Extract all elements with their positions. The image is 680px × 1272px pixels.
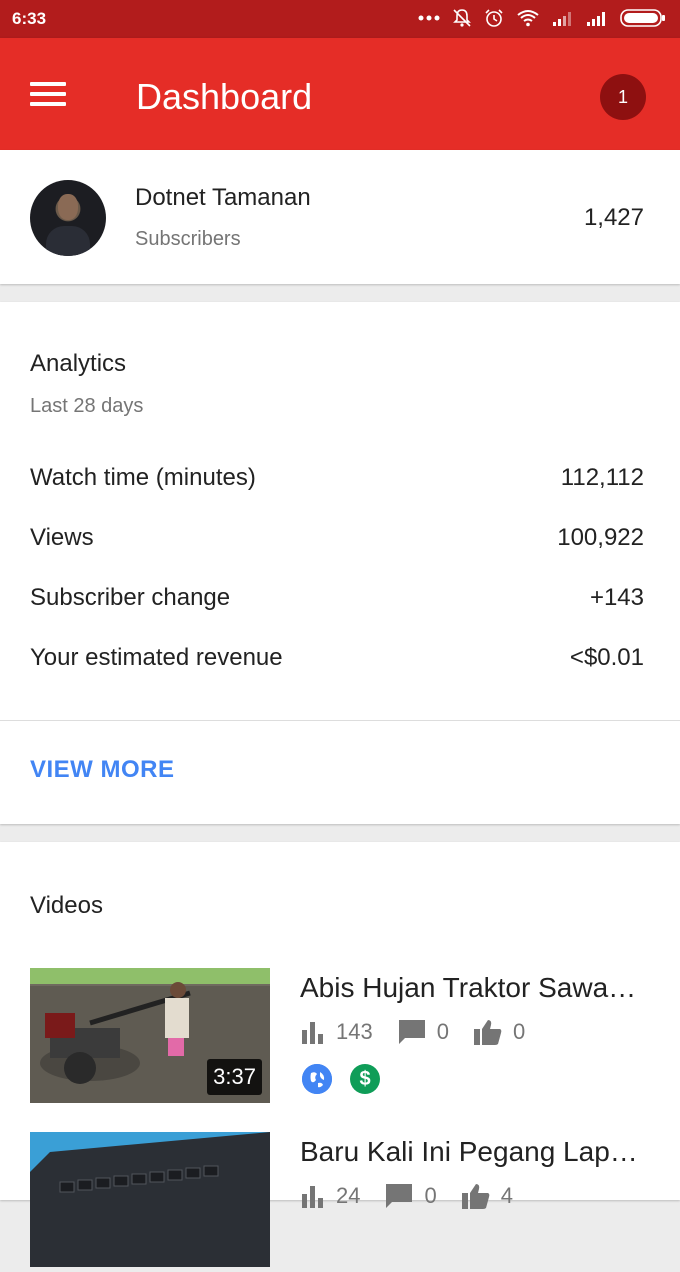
videos-card: Videos 3:37 Abis Hujan Traktor Sawah Jal… <box>0 842 680 1267</box>
stat-row-subscriber-change: Subscriber change +143 <box>30 584 644 624</box>
likes-metric: 0 <box>473 1018 525 1046</box>
comment-icon <box>398 1020 425 1044</box>
monetized-icon: $ <box>350 1064 380 1094</box>
video-title[interactable]: Baru Kali Ini Pegang Laptop ASUS <box>300 1136 640 1168</box>
status-time: 6:33 <box>12 9 47 28</box>
avatar <box>30 180 106 256</box>
stat-label: Your estimated revenue <box>30 644 283 671</box>
comment-icon <box>386 1184 413 1208</box>
bar-chart-icon <box>302 1186 323 1208</box>
globe-icon <box>302 1064 332 1094</box>
subscribers-label: Subscribers <box>135 228 241 250</box>
signal-icon <box>587 12 605 26</box>
page-title: Dashboard <box>136 76 313 117</box>
bar-chart-icon <box>302 1022 323 1044</box>
views-count: 24 <box>336 1183 361 1208</box>
status-icons <box>418 8 666 28</box>
views-metric: 143 <box>300 1019 373 1045</box>
views-count: 143 <box>336 1019 373 1044</box>
video-thumbnail[interactable]: 3:37 <box>30 968 270 1103</box>
stat-row-views: Views 100,922 <box>30 524 644 564</box>
divider <box>0 720 680 721</box>
video-stats: 143 0 0 <box>300 1018 549 1046</box>
battery-icon <box>620 9 665 27</box>
video-item[interactable]: 3:37 Abis Hujan Traktor Sawah Jalan 143 … <box>0 968 680 1108</box>
stat-value: +143 <box>589 584 644 611</box>
stat-label: Views <box>30 524 94 551</box>
notification-badge[interactable]: 1 <box>600 74 646 120</box>
video-duration: 3:37 <box>207 1059 262 1095</box>
view-more-button[interactable]: VIEW MORE <box>30 756 175 784</box>
bell-muted-icon <box>453 9 471 27</box>
analytics-card: Analytics Last 28 days Watch time (minut… <box>0 302 680 824</box>
thumbs-up-icon <box>461 1184 490 1209</box>
stat-label: Watch time (minutes) <box>30 464 256 491</box>
stat-value: 100,922 <box>557 524 644 551</box>
stat-row-watch-time: Watch time (minutes) 112,112 <box>30 464 644 504</box>
comments-metric: 0 <box>384 1182 437 1210</box>
video-badges: $ <box>302 1064 380 1094</box>
subscribers-count: 1,427 <box>583 204 644 231</box>
comments-count: 0 <box>424 1183 437 1208</box>
analytics-period: Last 28 days <box>30 395 144 417</box>
app-bar: Dashboard 1 <box>0 38 680 150</box>
likes-count: 4 <box>500 1183 513 1208</box>
status-bar: 6:33 <box>0 0 680 38</box>
stat-row-revenue: Your estimated revenue <$0.01 <box>30 644 644 684</box>
video-stats: 24 0 4 <box>300 1182 537 1210</box>
channel-card[interactable]: Dotnet Tamanan Subscribers 1,427 <box>0 150 680 284</box>
channel-name: Dotnet Tamanan <box>135 184 311 211</box>
stat-value: <$0.01 <box>569 644 644 671</box>
views-metric: 24 <box>300 1183 360 1209</box>
comments-metric: 0 <box>397 1018 449 1046</box>
stat-value: 112,112 <box>560 464 644 491</box>
alarm-icon <box>485 9 503 27</box>
more-dots-icon <box>418 15 440 21</box>
signal-icon <box>553 12 571 26</box>
analytics-title: Analytics <box>30 350 127 377</box>
comments-count: 0 <box>436 1019 449 1044</box>
stat-label: Subscriber change <box>30 584 231 611</box>
thumbs-up-icon <box>473 1020 502 1045</box>
menu-icon[interactable] <box>30 78 76 114</box>
video-item[interactable]: Baru Kali Ini Pegang Laptop ASUS 24 0 4 <box>0 1132 680 1272</box>
wifi-icon <box>517 10 539 27</box>
likes-count: 0 <box>512 1019 526 1044</box>
videos-title: Videos <box>30 892 103 919</box>
video-title[interactable]: Abis Hujan Traktor Sawah Jalan <box>300 972 640 1004</box>
likes-metric: 4 <box>461 1182 513 1210</box>
